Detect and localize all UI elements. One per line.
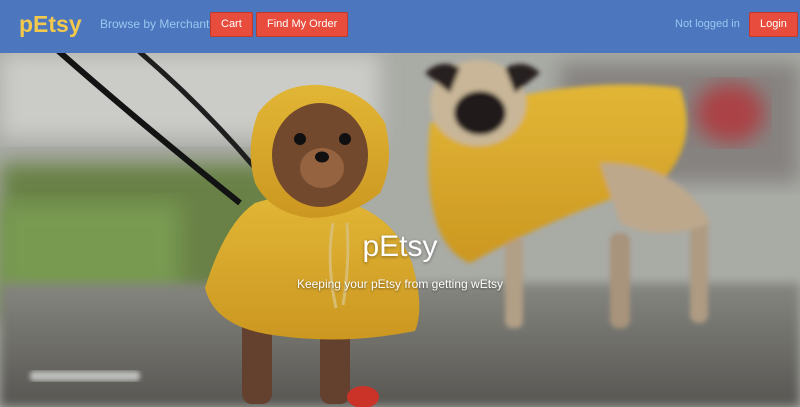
hero-title: pEtsy [362,230,438,263]
find-my-order-button[interactable]: Find My Order [256,12,349,37]
browse-by-merchant-link[interactable]: Browse by Merchant [100,17,209,31]
login-button[interactable]: Login [749,12,798,37]
login-status-text: Not logged in [675,18,740,30]
brand-logo-link[interactable]: pEtsy [19,11,82,38]
cart-button[interactable]: Cart [210,12,253,37]
hero-subtitle: Keeping your pEtsy from getting wEtsy [296,277,504,291]
navbar: pEtsy Browse by Merchant Cart Find My Or… [0,0,800,53]
hero-banner: pEtsy Keeping your pEtsy from getting wE… [0,53,800,407]
